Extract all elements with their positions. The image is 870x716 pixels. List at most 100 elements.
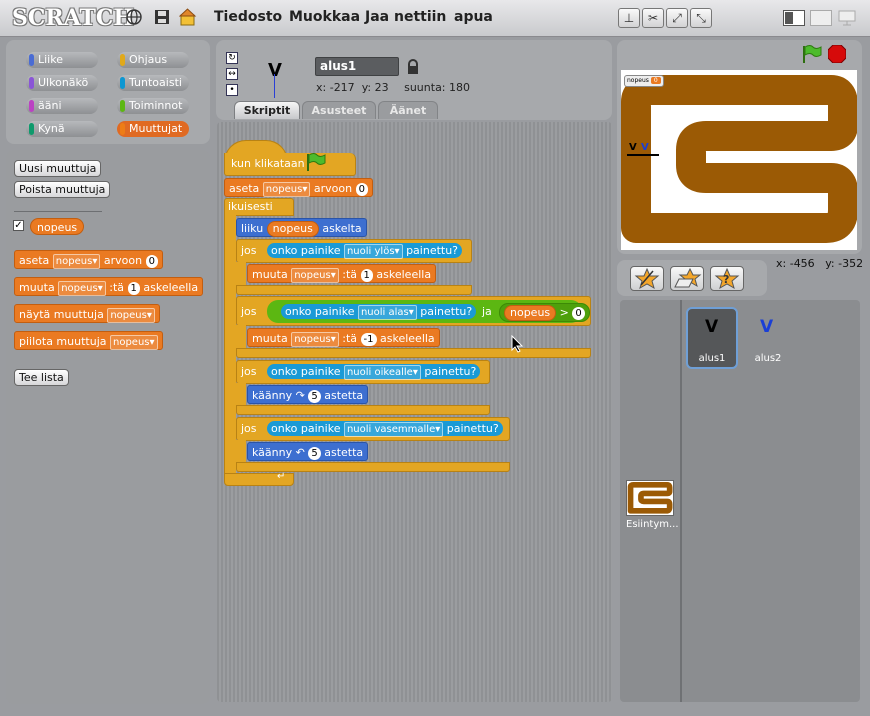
key-pressed-sensor[interactable]: onko painike nuoli ylös▾ painettu? bbox=[267, 243, 463, 259]
key-dropdown[interactable]: nuoli vasemmalle▾ bbox=[343, 421, 444, 437]
key-pressed-sensor[interactable]: onko painike nuoli oikealle▾ painettu? bbox=[267, 364, 481, 380]
value-input[interactable]: 5 bbox=[308, 446, 321, 460]
category-5[interactable]: Toiminnot bbox=[117, 98, 189, 114]
direction-line bbox=[274, 74, 275, 98]
stage-thumbnail[interactable] bbox=[626, 480, 674, 516]
variable-monitor-checkbox[interactable]: ✓ bbox=[13, 220, 24, 231]
change-variable-block[interactable]: muuta nopeus▾ :tä 1 askeleella bbox=[247, 264, 437, 283]
sprite-tile-label: alus1 bbox=[698, 353, 726, 364]
value-input[interactable]: 0 bbox=[355, 182, 368, 196]
loop-arrow-icon: ↵ bbox=[277, 471, 286, 482]
value-input[interactable]: 1 bbox=[127, 281, 140, 295]
stage-canvas[interactable]: nopeus 0 V V bbox=[621, 70, 857, 250]
variable-dropdown[interactable]: nopeus▾ bbox=[107, 307, 155, 323]
menu-edit[interactable]: Muokkaa bbox=[289, 9, 360, 25]
palette-change-variable-block[interactable]: muuta nopeus▾ :tä 1 askeleella bbox=[14, 277, 204, 296]
variable-dropdown[interactable]: nopeus▾ bbox=[58, 280, 106, 296]
variable-reporter[interactable]: nopeus bbox=[266, 221, 319, 237]
variable-dropdown[interactable]: nopeus▾ bbox=[291, 331, 339, 347]
if-block-left[interactable]: jos onko painike nuoli vasemmalle▾ paine… bbox=[236, 417, 510, 441]
category-label: Muuttujat bbox=[129, 122, 183, 135]
variable-dropdown[interactable]: nopeus▾ bbox=[52, 253, 101, 269]
globe-icon[interactable] bbox=[126, 9, 142, 25]
shrink-icon[interactable]: ⤡ bbox=[690, 8, 712, 28]
if-block-up[interactable]: jos onko painike nuoli ylös▾ painettu? bbox=[236, 239, 472, 263]
variable-reporter-nopeus[interactable]: nopeus bbox=[30, 218, 85, 235]
delete-variable-button[interactable]: Poista muuttuja bbox=[14, 181, 111, 198]
category-label: Toiminnot bbox=[129, 99, 183, 112]
move-steps-block[interactable]: liiku nopeus askelta bbox=[236, 218, 367, 237]
variable-dropdown[interactable]: nopeus▾ bbox=[109, 334, 158, 350]
grow-icon[interactable]: ⤢ bbox=[666, 8, 688, 28]
rotation-style-none-icon[interactable]: • bbox=[226, 84, 238, 96]
category-0[interactable]: Liike bbox=[26, 52, 98, 68]
random-sprite-icon[interactable]: ? bbox=[710, 266, 744, 291]
variable-reporter[interactable]: nopeus bbox=[504, 305, 557, 321]
variable-monitor[interactable]: nopeus 0 bbox=[624, 75, 664, 87]
make-list-button[interactable]: Tee lista bbox=[14, 369, 69, 386]
presentation-mode-icon[interactable] bbox=[837, 10, 857, 26]
new-variable-button[interactable]: Uusi muuttuja bbox=[14, 160, 102, 177]
duplicate-stamp-icon[interactable]: ⊥ bbox=[618, 8, 640, 28]
variable-dropdown[interactable]: nopeus▾ bbox=[291, 267, 339, 283]
if-block-right[interactable]: jos onko painike nuoli oikealle▾ painett… bbox=[236, 360, 490, 384]
start-line bbox=[627, 154, 659, 156]
if-block-down[interactable]: jos onko painike nuoli alas▾ painettu? j… bbox=[236, 296, 591, 326]
normal-stage-mode-icon[interactable] bbox=[783, 10, 805, 26]
rotation-style-flip-icon[interactable]: ↔ bbox=[226, 68, 238, 80]
turn-right-block[interactable]: käänny ↷ 5 astetta bbox=[247, 385, 369, 404]
palette-show-variable-block[interactable]: näytä muuttuja nopeus▾ bbox=[14, 304, 160, 323]
palette-set-variable-block[interactable]: aseta nopeus▾ arvoon 0 bbox=[14, 250, 163, 269]
set-variable-block[interactable]: aseta nopeus▾ arvoon 0 bbox=[224, 178, 373, 197]
tab-scripts[interactable]: Skriptit bbox=[234, 101, 300, 119]
key-pressed-sensor[interactable]: onko painike nuoli alas▾ painettu? bbox=[281, 304, 477, 320]
tab-costumes[interactable]: Asusteet bbox=[302, 101, 376, 119]
block-text: :tä bbox=[342, 332, 358, 345]
sprite-name-field[interactable]: alus1 bbox=[315, 57, 399, 76]
rotation-style-rotate-icon[interactable]: ↻ bbox=[226, 52, 238, 64]
value-input[interactable]: 0 bbox=[145, 254, 158, 268]
change-variable-block[interactable]: muuta nopeus▾ :tä -1 askeleella bbox=[247, 328, 440, 347]
value-input[interactable]: 1 bbox=[360, 268, 373, 282]
category-3[interactable]: Tuntoaisti bbox=[117, 75, 189, 91]
category-7[interactable]: Muuttujat bbox=[117, 121, 189, 137]
category-2[interactable]: Ulkonäkö bbox=[26, 75, 98, 91]
greater-than-operator[interactable]: nopeus > 0 bbox=[499, 303, 590, 322]
choose-sprite-from-file-icon[interactable] bbox=[670, 266, 704, 291]
value-input[interactable]: -1 bbox=[360, 332, 377, 346]
category-6[interactable]: Kynä bbox=[26, 121, 98, 137]
save-icon[interactable] bbox=[154, 9, 170, 25]
category-1[interactable]: Ohjaus bbox=[117, 52, 189, 68]
lock-icon[interactable] bbox=[406, 59, 420, 75]
stop-sign-button[interactable] bbox=[827, 44, 847, 64]
sprite-tile-alus1[interactable]: V alus1 bbox=[686, 307, 738, 369]
forever-block[interactable]: ikuisesti bbox=[224, 198, 294, 216]
sprite-tile-alus2[interactable]: V alus2 bbox=[742, 307, 794, 369]
menu-file[interactable]: Tiedosto bbox=[214, 9, 282, 25]
menu-help[interactable]: apua bbox=[454, 9, 493, 25]
key-dropdown[interactable]: nuoli oikealle▾ bbox=[343, 364, 421, 380]
sprite-alus1-on-stage[interactable]: V bbox=[629, 142, 637, 153]
variable-dropdown[interactable]: nopeus▾ bbox=[262, 181, 311, 197]
tab-sounds[interactable]: Äänet bbox=[378, 101, 438, 119]
menu-share[interactable]: Jaa nettiin bbox=[365, 9, 446, 25]
if-keyword: jos bbox=[241, 305, 257, 318]
value-input[interactable]: 5 bbox=[308, 389, 321, 403]
turn-left-block[interactable]: käänny ↶ 5 astetta bbox=[247, 442, 369, 461]
when-flag-clicked-hat-block[interactable]: kun klikataan bbox=[224, 140, 356, 177]
green-flag-button[interactable] bbox=[800, 44, 822, 64]
block-text: muuta bbox=[252, 332, 288, 345]
key-pressed-sensor[interactable]: onko painike nuoli vasemmalle▾ painettu? bbox=[267, 421, 503, 437]
paint-new-sprite-icon[interactable] bbox=[630, 266, 664, 291]
delete-scissors-icon[interactable]: ✂ bbox=[642, 8, 664, 28]
sprite-alus2-on-stage[interactable]: V bbox=[641, 142, 649, 153]
key-dropdown[interactable]: nuoli alas▾ bbox=[357, 304, 417, 320]
share-project-icon[interactable] bbox=[178, 8, 197, 26]
scratch-logo: SCRATCH bbox=[12, 5, 135, 31]
key-dropdown[interactable]: nuoli ylös▾ bbox=[343, 243, 403, 259]
small-stage-mode-icon[interactable] bbox=[810, 10, 832, 26]
sprite-y: 23 bbox=[374, 81, 389, 94]
value-input[interactable]: 0 bbox=[572, 306, 585, 320]
palette-hide-variable-block[interactable]: piilota muuttuja nopeus▾ bbox=[14, 331, 163, 350]
category-4[interactable]: ääni bbox=[26, 98, 98, 114]
